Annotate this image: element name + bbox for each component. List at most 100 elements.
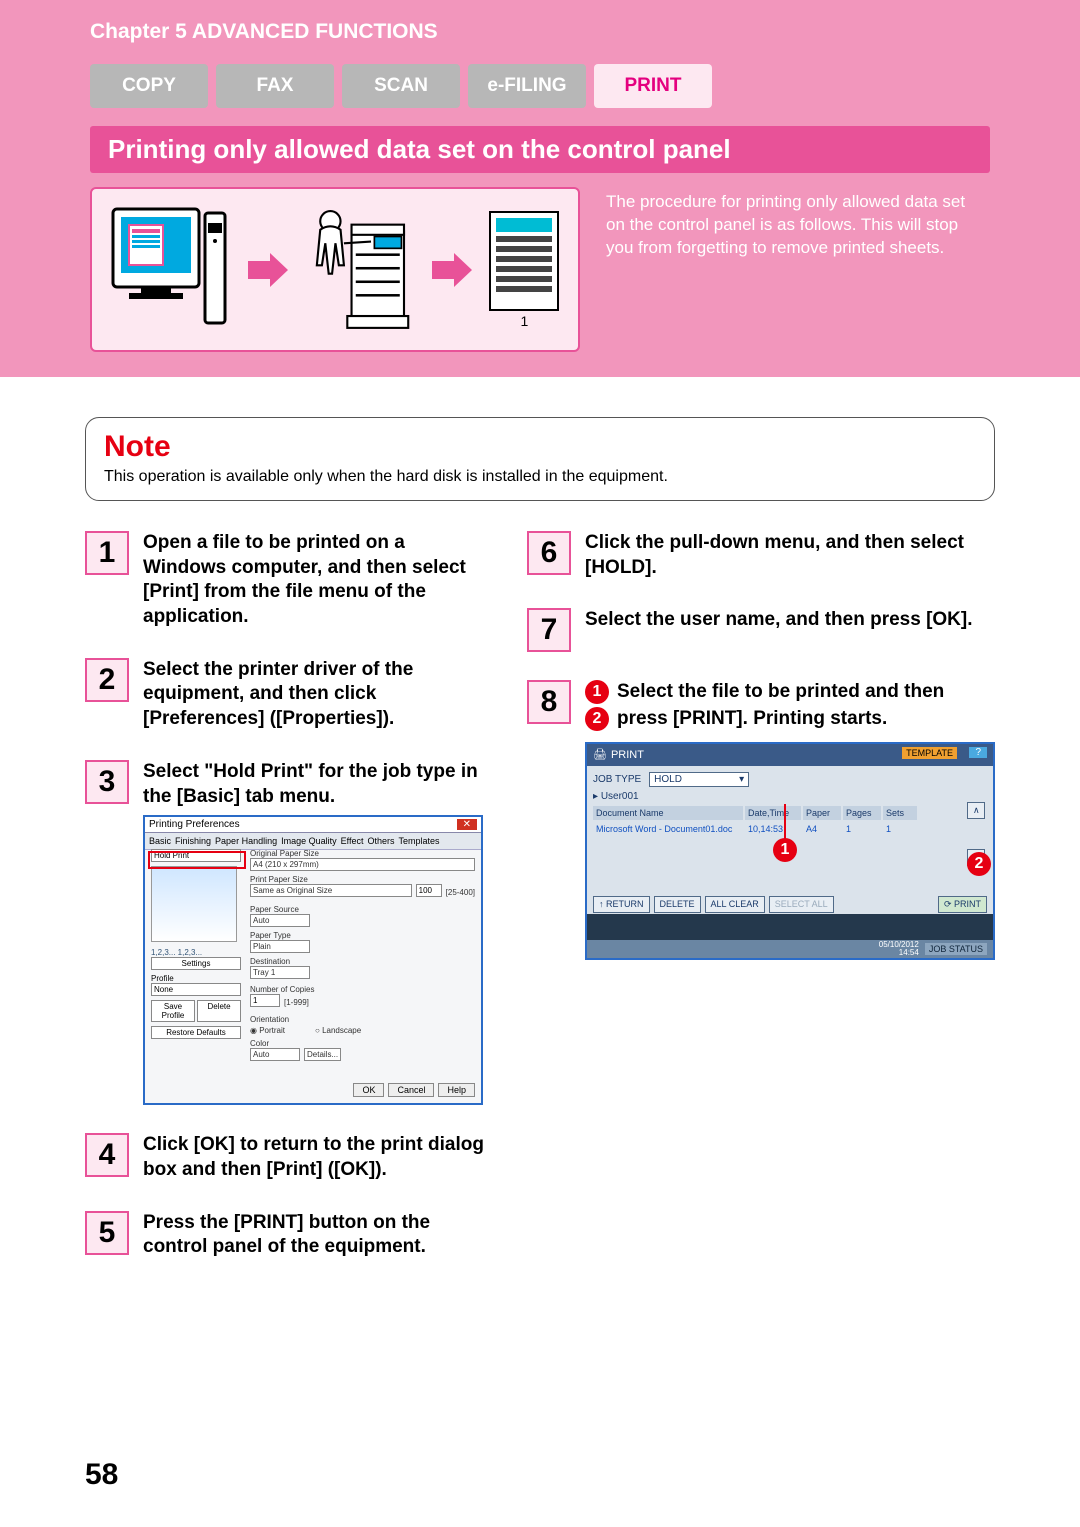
screenshot-print-panel: 🖨 PRINT TEMPLATE ? JOB TYPE HOLD▾ ▸ User… xyxy=(585,742,995,960)
user-row[interactable]: ▸ User001 xyxy=(593,791,987,802)
step-number: 5 xyxy=(85,1211,129,1255)
delete-button[interactable]: DELETE xyxy=(654,896,701,913)
help-button[interactable]: ? xyxy=(969,747,987,758)
tab-basic[interactable]: Basic xyxy=(149,836,171,846)
cancel-button[interactable]: Cancel xyxy=(388,1083,434,1097)
col-sets: Sets xyxy=(883,806,917,820)
color-dropdown[interactable]: Auto xyxy=(250,1048,300,1061)
paper-source-dropdown[interactable]: Auto xyxy=(250,914,310,927)
panel-title: PRINT xyxy=(611,749,644,761)
cell-pages: 1 xyxy=(843,822,881,836)
settings-button[interactable]: Settings xyxy=(151,957,241,970)
tab-fax[interactable]: FAX xyxy=(216,64,334,108)
col-paper: Paper xyxy=(803,806,841,820)
arrow-icon xyxy=(432,253,472,287)
col-doc: Document Name xyxy=(593,806,743,820)
step-number: 6 xyxy=(527,531,571,575)
template-button[interactable]: TEMPLATE xyxy=(902,747,957,759)
print-paper-label: Print Paper Size xyxy=(250,875,475,884)
window-titlebar: Printing Preferences ✕ xyxy=(145,817,481,833)
step-text: Select the printer driver of the equipme… xyxy=(143,658,487,732)
step-text: 1Select the file to be printed and then … xyxy=(585,680,944,733)
cell-paper: A4 xyxy=(803,822,841,836)
step-text: Click the pull-down menu, and then selec… xyxy=(585,531,995,580)
step-number: 7 xyxy=(527,608,571,652)
print-button[interactable]: ⟳ PRINT xyxy=(938,896,987,913)
step-text: Open a file to be printed on a Windows c… xyxy=(143,531,487,630)
restore-defaults-button[interactable]: Restore Defaults xyxy=(151,1026,241,1039)
right-column: 6 Click the pull-down menu, and then sel… xyxy=(527,531,995,1288)
step-4: 4 Click [OK] to return to the print dial… xyxy=(85,1133,487,1182)
details-button[interactable]: Details... xyxy=(304,1048,341,1061)
tab-templates[interactable]: Templates xyxy=(399,836,440,846)
step-6: 6 Click the pull-down menu, and then sel… xyxy=(527,531,995,580)
col-pages: Pages xyxy=(843,806,881,820)
table-row[interactable]: Microsoft Word - Document01.doc 10,14:53… xyxy=(593,822,987,836)
note-text: This operation is available only when th… xyxy=(104,468,976,486)
cell-datetime: 10,14:53 xyxy=(745,822,801,836)
tab-finishing[interactable]: Finishing xyxy=(175,836,211,846)
note-title: Note xyxy=(104,430,976,464)
step-number: 4 xyxy=(85,1133,129,1177)
save-profile-button[interactable]: Save Profile xyxy=(151,1000,195,1022)
step-1: 1 Open a file to be printed on a Windows… xyxy=(85,531,487,630)
scale-range: [25-400] xyxy=(446,888,475,897)
paper-source-label: Paper Source xyxy=(250,905,475,914)
step-7: 7 Select the user name, and then press [… xyxy=(527,608,995,652)
tab-others[interactable]: Others xyxy=(367,836,394,846)
help-button[interactable]: Help xyxy=(438,1083,475,1097)
callout-2: 2 xyxy=(967,852,991,876)
preview-thumb xyxy=(151,866,237,942)
workflow-diagram: 1 xyxy=(90,187,580,352)
sub-step-2-text: press [PRINT]. Printing starts. xyxy=(617,707,887,732)
step-text: Press the [PRINT] button on the control … xyxy=(143,1211,487,1260)
copies-input[interactable] xyxy=(250,994,280,1007)
paper-type-label: Paper Type xyxy=(250,931,475,940)
color-label: Color xyxy=(250,1039,475,1048)
scale-input[interactable] xyxy=(416,884,442,897)
diagram-caption-1: 1 xyxy=(489,313,559,329)
callout-line xyxy=(784,804,786,840)
col-datetime: Date,Time xyxy=(745,806,801,820)
print-paper-dropdown[interactable]: Same as Original Size xyxy=(250,884,412,897)
tab-copy[interactable]: COPY xyxy=(90,64,208,108)
landscape-radio[interactable]: ○ Landscape xyxy=(315,1026,361,1035)
print-icon: 🖨 xyxy=(593,748,607,761)
page-number: 58 xyxy=(85,1458,118,1492)
tab-image-quality[interactable]: Image Quality xyxy=(281,836,337,846)
selectall-button[interactable]: SELECT ALL xyxy=(769,896,834,913)
ok-button[interactable]: OK xyxy=(353,1083,384,1097)
return-button[interactable]: ↑ RETURN xyxy=(593,896,650,913)
delete-button[interactable]: Delete xyxy=(197,1000,241,1022)
tab-paper-handling[interactable]: Paper Handling xyxy=(215,836,277,846)
cell-sets: 1 xyxy=(883,822,917,836)
note-box: Note This operation is available only wh… xyxy=(85,417,995,501)
chapter-label: Chapter 5 ADVANCED FUNCTIONS xyxy=(0,20,1080,64)
profile-dropdown[interactable]: None xyxy=(151,983,241,996)
destination-dropdown[interactable]: Tray 1 xyxy=(250,966,310,979)
step-3: 3 Select "Hold Print" for the job type i… xyxy=(85,760,487,809)
copies-range: [1-999] xyxy=(284,998,309,1007)
arrow-icon xyxy=(248,253,288,287)
status-bar: 05/10/2012 14:54 JOB STATUS xyxy=(587,940,993,958)
tab-effect[interactable]: Effect xyxy=(341,836,364,846)
paper-size-dropdown[interactable]: A4 (210 x 297mm) xyxy=(250,858,475,871)
jobtype-dropdown[interactable]: HOLD▾ xyxy=(649,772,749,787)
allclear-button[interactable]: ALL CLEAR xyxy=(705,896,765,913)
paper-type-dropdown[interactable]: Plain xyxy=(250,940,310,953)
window-title: Printing Preferences xyxy=(149,819,240,830)
tab-efiling[interactable]: e-FILING xyxy=(468,64,586,108)
mfp-icon xyxy=(305,197,415,342)
output-doc-icon: 1 xyxy=(489,211,559,329)
portrait-radio[interactable]: ◉ Portrait xyxy=(250,1026,285,1035)
tab-scan[interactable]: SCAN xyxy=(342,64,460,108)
jobstatus-button[interactable]: JOB STATUS xyxy=(925,943,987,955)
tab-print[interactable]: PRINT xyxy=(594,64,712,108)
highlight-jobtype xyxy=(148,851,246,869)
callout-1: 1 xyxy=(773,838,797,862)
scroll-up-button[interactable]: ∧ xyxy=(967,802,985,819)
close-icon[interactable]: ✕ xyxy=(457,819,477,830)
step-number: 8 xyxy=(527,680,571,724)
step-text: Click [OK] to return to the print dialog… xyxy=(143,1133,487,1182)
left-column: 1 Open a file to be printed on a Windows… xyxy=(85,531,487,1288)
